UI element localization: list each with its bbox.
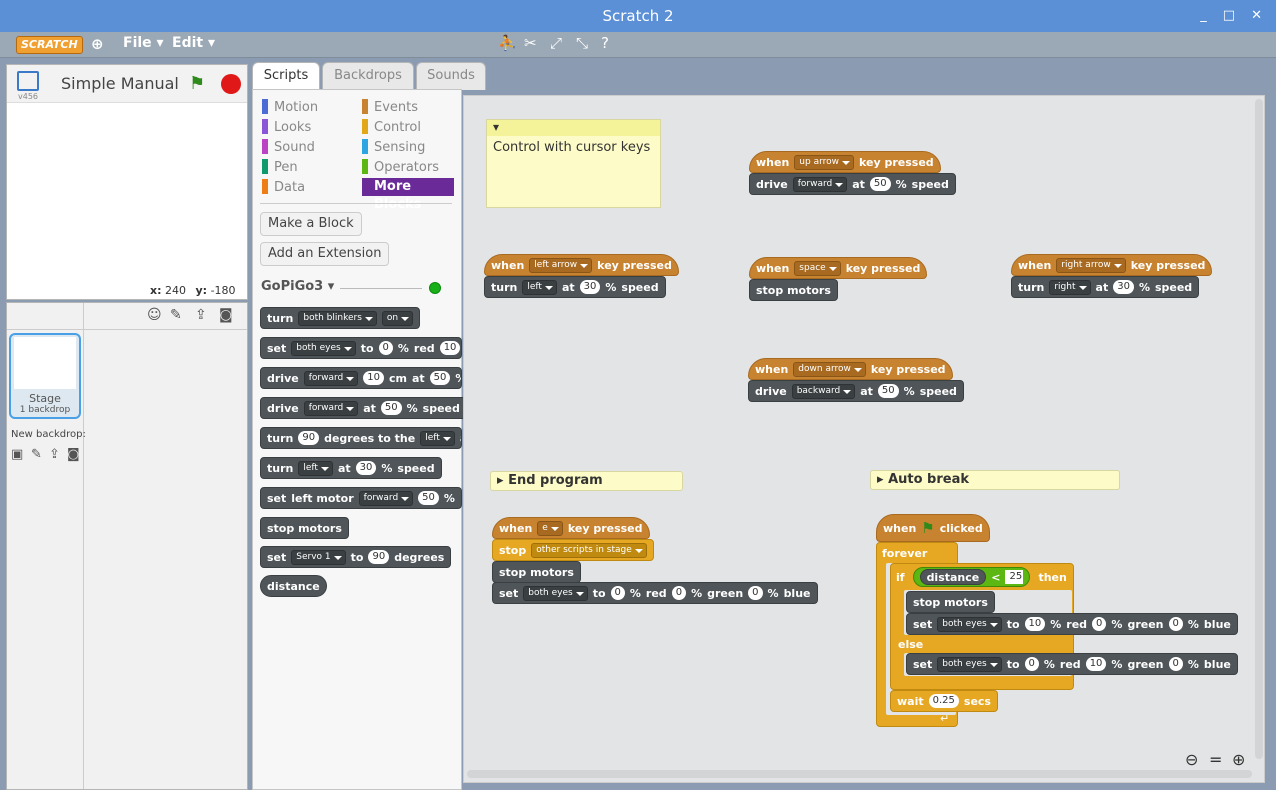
- category-sound[interactable]: Sound: [262, 139, 315, 155]
- comment-note[interactable]: ▾ Control with cursor keys: [486, 119, 661, 208]
- shrink-icon[interactable]: ⤡: [576, 34, 588, 52]
- stage-backdrop-count: 1 backdrop: [19, 405, 71, 415]
- block-wait[interactable]: wait 0.25 secs: [890, 690, 998, 712]
- block-stop-motors-3[interactable]: stop motors: [906, 591, 995, 613]
- palette-block-distance[interactable]: distance: [260, 575, 327, 597]
- block-set-eyes-green[interactable]: set both eyes to 0% red 10% green 0% blue: [906, 653, 1238, 675]
- window-titlebar: Scratch 2 _ □ ✕: [0, 0, 1276, 32]
- palette-block-set-motor[interactable]: set left motor forward 50%: [260, 487, 462, 509]
- help-icon[interactable]: ?: [601, 34, 609, 52]
- project-title[interactable]: Simple Manual: [61, 74, 179, 93]
- palette-block-stop-motors[interactable]: stop motors: [260, 517, 349, 539]
- comment-collapse-icon[interactable]: ▾: [487, 120, 660, 136]
- paint-sprite-icon[interactable]: ☺: [147, 307, 162, 323]
- camera-backdrop-icon[interactable]: ◙: [67, 447, 80, 462]
- stop-sign-icon[interactable]: [221, 74, 241, 94]
- block-drive-forward[interactable]: drive forward at 50% speed: [749, 173, 956, 195]
- category-data[interactable]: Data: [262, 179, 305, 195]
- extension-status-dot: [429, 282, 441, 294]
- upload-backdrop-icon[interactable]: ⇪: [49, 447, 60, 462]
- block-stop-motors[interactable]: stop motors: [749, 279, 838, 301]
- stage-header: v456 Simple Manual ⚑: [7, 65, 247, 103]
- hat-right-arrow[interactable]: when right arrow key pressed: [1011, 254, 1213, 276]
- stage-name: Stage: [29, 392, 61, 405]
- distance-reporter[interactable]: distance: [919, 569, 987, 585]
- add-extension-button[interactable]: Add an Extension: [260, 242, 390, 266]
- backdrop-library-icon[interactable]: ▣: [11, 447, 23, 462]
- block-set-eyes-red[interactable]: set both eyes to 10% red 0% green 0% blue: [906, 613, 1238, 635]
- category-operators[interactable]: Operators: [362, 159, 439, 175]
- hat-left-arrow[interactable]: when left arrow key pressed: [484, 254, 679, 276]
- horizontal-scrollbar[interactable]: [467, 770, 1252, 778]
- tab-backdrops[interactable]: Backdrops: [322, 62, 414, 90]
- category-more-blocks[interactable]: More Blocks: [362, 178, 454, 212]
- scratch-logo[interactable]: SCRATCH: [16, 36, 83, 54]
- category-pen[interactable]: Pen: [262, 159, 298, 175]
- block-turn-right[interactable]: turn right at 30% speed: [1011, 276, 1200, 298]
- comment-auto-break[interactable]: ▸ Auto break: [870, 470, 1120, 490]
- paint-backdrop-icon[interactable]: ✎: [31, 447, 42, 462]
- camera-icon[interactable]: ◙: [219, 307, 233, 323]
- hat-e-key[interactable]: when e key pressed: [492, 517, 650, 539]
- category-sensing[interactable]: Sensing: [362, 139, 425, 155]
- hat-down-arrow[interactable]: when down arrow key pressed: [748, 358, 953, 380]
- edit-menu[interactable]: Edit ▾: [172, 35, 215, 51]
- sprite-panel: ☺ ✎ ⇪ ◙ Stage 1 backdrop New backdrop: ▣…: [6, 302, 248, 790]
- comment-end-program[interactable]: ▸ End program: [490, 471, 683, 491]
- comment-text: Control with cursor keys: [493, 140, 651, 155]
- stage-panel: v456 Simple Manual ⚑: [6, 64, 248, 300]
- block-stop-motors-2[interactable]: stop motors: [492, 561, 581, 583]
- version-label: v456: [18, 92, 39, 101]
- upload-icon[interactable]: ⇪: [195, 307, 207, 323]
- hat-space[interactable]: when space key pressed: [749, 257, 928, 279]
- window-title: Scratch 2: [602, 7, 674, 25]
- make-a-block-button[interactable]: Make a Block: [260, 212, 362, 236]
- category-events[interactable]: Events: [362, 99, 418, 115]
- globe-icon[interactable]: ⊕: [91, 35, 104, 53]
- palette-block-set-servo[interactable]: set Servo 1 to 90 degrees: [260, 546, 452, 568]
- duplicate-icon[interactable]: ⛹: [498, 34, 517, 52]
- zoom-in-icon[interactable]: ⊕: [1232, 750, 1245, 769]
- cut-icon[interactable]: ✂: [524, 34, 537, 52]
- green-flag-icon[interactable]: ⚑: [189, 73, 205, 94]
- new-backdrop-label: New backdrop:: [11, 429, 86, 440]
- hat-up-arrow[interactable]: when up arrow key pressed: [749, 151, 941, 173]
- category-motion[interactable]: Motion: [262, 99, 318, 115]
- tab-scripts[interactable]: Scripts: [252, 62, 320, 90]
- tab-sounds[interactable]: Sounds: [416, 62, 486, 90]
- loop-arrow-icon: ↵: [940, 712, 950, 725]
- zoom-reset-icon[interactable]: =: [1209, 750, 1222, 769]
- block-turn-left[interactable]: turn left at 30% speed: [484, 276, 666, 298]
- block-stop-other-scripts[interactable]: stop other scripts in stage: [492, 539, 654, 561]
- extension-menu[interactable]: GoPiGo3 ▾: [261, 279, 334, 294]
- stage-canvas[interactable]: [7, 103, 247, 299]
- green-flag-icon: ⚑: [921, 519, 935, 537]
- category-looks[interactable]: Looks: [262, 119, 311, 135]
- palette-block-set-eyes[interactable]: set both eyes to 0% red 10: [260, 337, 462, 359]
- menubar: SCRATCH ⊕ File ▾ Edit ▾ ⛹ ✂ ⤢ ⤡ ?: [0, 32, 1276, 58]
- vertical-scrollbar[interactable]: [1255, 99, 1263, 759]
- block-drive-backward[interactable]: drive backward at 50% speed: [748, 380, 964, 402]
- palette-block-drive-cm[interactable]: driveforward10cmat50%: [260, 367, 462, 389]
- hat-green-flag[interactable]: when ⚑ clicked: [876, 514, 990, 542]
- brush-icon[interactable]: ✎: [170, 307, 182, 323]
- palette-block-drive-speed[interactable]: drive forward at 50% speed: [260, 397, 467, 419]
- else-label: else: [898, 638, 924, 651]
- stage-thumbnail[interactable]: Stage 1 backdrop: [9, 333, 81, 419]
- zoom-out-icon[interactable]: ⊖: [1185, 750, 1198, 769]
- close-icon[interactable]: ✕: [1251, 0, 1262, 32]
- file-menu[interactable]: File ▾: [123, 35, 164, 51]
- palette-block-turn-blinkers[interactable]: turn both blinkers on: [260, 307, 421, 329]
- stage-coords: x: 240 y: -180: [150, 284, 236, 297]
- block-set-eyes-off[interactable]: set both eyes to 0% red 0% green 0% blue: [492, 582, 818, 604]
- grow-icon[interactable]: ⤢: [550, 34, 562, 52]
- palette-block-turn-degrees[interactable]: turn90degrees to theleftat: [260, 427, 462, 449]
- category-control[interactable]: Control: [362, 119, 421, 135]
- fullscreen-icon[interactable]: [17, 71, 39, 91]
- minimize-icon[interactable]: _: [1200, 0, 1207, 32]
- less-than-operator[interactable]: distance <25: [912, 567, 1031, 587]
- palette-block-turn-speed[interactable]: turn left at 30% speed: [260, 457, 442, 479]
- maximize-icon[interactable]: □: [1223, 0, 1235, 32]
